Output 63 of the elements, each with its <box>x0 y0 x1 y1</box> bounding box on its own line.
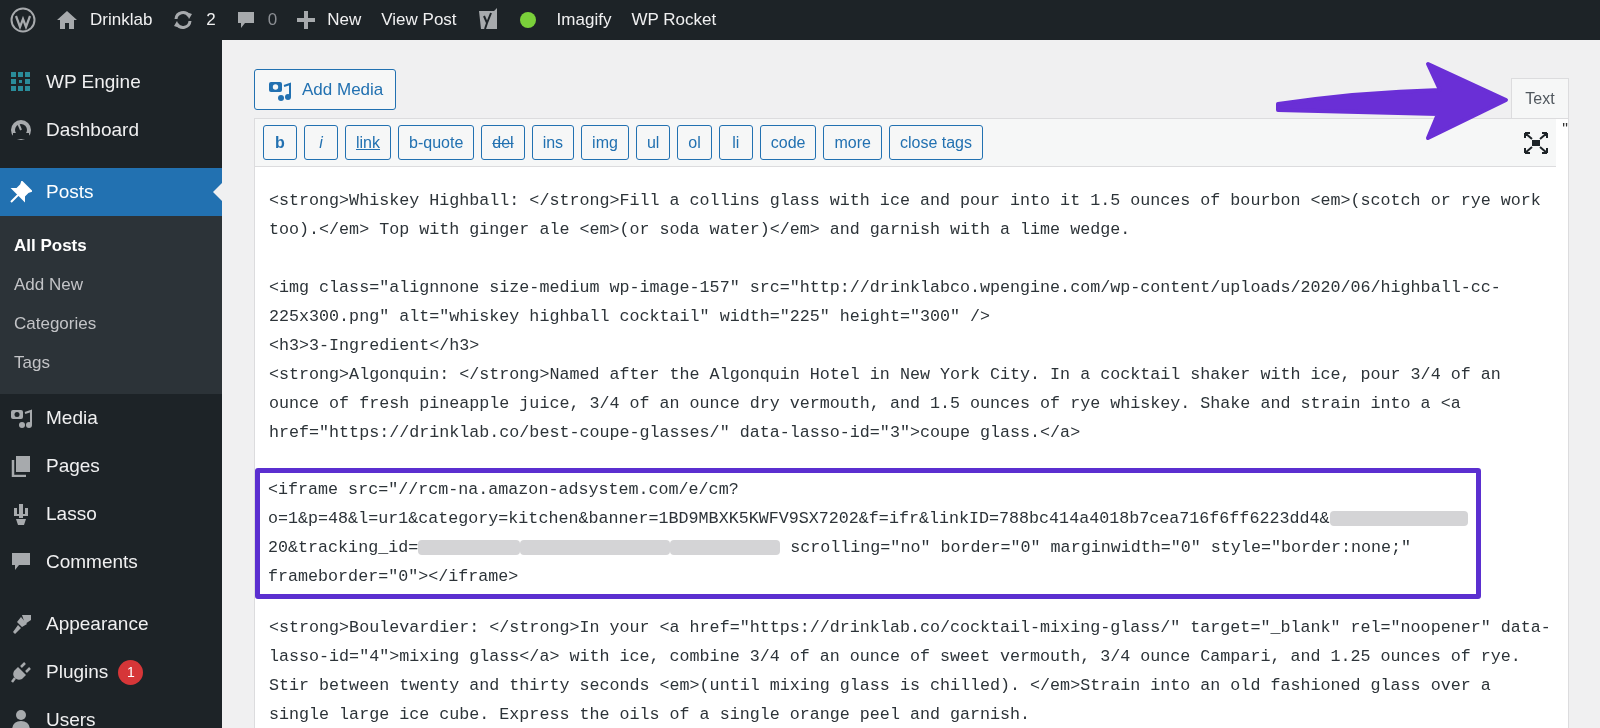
quicktag-button[interactable]: b <box>263 125 297 160</box>
home-icon <box>56 10 78 30</box>
wordpress-logo-icon <box>10 7 36 33</box>
editor-tab[interactable]: Text <box>1511 78 1569 118</box>
sidebar-item[interactable]: Media <box>0 394 222 442</box>
admin-bar-link[interactable]: Drinklab <box>90 10 153 30</box>
user-icon <box>10 709 32 728</box>
stray-character: " <box>1562 120 1568 139</box>
sidebar-item[interactable]: WP Engine <box>0 58 222 106</box>
sidebar-item[interactable]: Comments <box>0 538 222 586</box>
code-line: <strong>Boulevardier: </strong>In your <a href="https://drinklab.co/cocktail-mixing-glass/" target="_blank" rel="noopener" data-lasso-id="4">mixing glass</a> with ice, combine 3/4 of an ounce of sweet vermouth, 3/4 ounce Campari, and 1.25 ounces of rye. Stir between twenty and thirty seconds <em>(until mixing glass is chilled). </em>Strain into an old fashioned glass over a single large ice cube. Express the oils of a single orange peel and garnish. <box>269 617 1552 726</box>
submenu-item[interactable]: All Posts <box>0 226 222 265</box>
gauge-icon <box>10 119 32 141</box>
pages-icon <box>10 455 32 477</box>
quicktag-button[interactable]: del <box>481 125 525 160</box>
submenu-item[interactable]: Add New <box>0 265 222 304</box>
submenu-item[interactable]: Tags <box>0 343 222 382</box>
add-media-button[interactable]: Add Media <box>254 69 397 110</box>
sidebar-item[interactable]: Users <box>0 696 222 728</box>
status-dot-icon <box>518 11 537 29</box>
quicktag-button[interactable]: ol <box>677 125 712 160</box>
camera-music-icon <box>10 407 32 429</box>
sidebar-item[interactable]: Pages <box>0 442 222 490</box>
sidebar-item[interactable]: Dashboard <box>0 106 222 154</box>
code-text: <iframe src="//rcm-na.amazon-adsystem.com/e/cm? <box>268 480 739 499</box>
plug-icon <box>10 661 32 683</box>
admin-bar-link[interactable]: New <box>327 10 362 30</box>
comment-icon <box>235 10 256 30</box>
code-text: o=1&p=48&l=ur1&category=kitchen&banner=1BD9MBXK5KWFV9SX7202&f=ifr&linkID=788bc414a4018b7cea716f6ff6223dd4& <box>268 509 1330 528</box>
admin-bar-link[interactable]: Imagify <box>556 10 612 30</box>
count-badge: 1 <box>118 659 144 685</box>
admin-bar-link[interactable]: View Post <box>381 10 457 30</box>
quicktag-button[interactable]: more <box>823 125 882 160</box>
admin-bar-link[interactable]: 2 <box>206 10 216 30</box>
quicktag-button[interactable]: ins <box>531 125 575 160</box>
sidebar-item[interactable]: Posts <box>0 168 222 216</box>
submenu-item[interactable]: Categories <box>0 304 222 343</box>
code-text: scrolling="no" border="0" marginwidth="0" style="border:none;" <box>789 538 1412 557</box>
code-line: <strong>Whiskey Highball: </strong>Fill a collins glass with ice and pour into it 1.5 ounces of bourbon <em>(scotch or rye work too).</em> Top with ginger ale <em>(or soda water)</em> and garnish with a lime wedge. <box>269 190 1542 241</box>
sidebar-item[interactable]: Plugins 1 <box>0 648 222 696</box>
code-text: 20&tracking_id= <box>268 538 419 557</box>
code-line: <h3>3-Ingredient</h3> <box>269 335 481 357</box>
quicktag-button[interactable]: img <box>581 125 629 160</box>
current-item-pointer <box>213 183 222 201</box>
refresh-icon <box>172 10 195 30</box>
code-text: frameborder="0"></iframe> <box>268 567 519 586</box>
quicktag-button[interactable]: code <box>759 125 817 160</box>
plus-icon <box>297 11 316 29</box>
paintbrush-icon <box>10 613 32 635</box>
admin-bar-link[interactable]: WP Rocket <box>631 10 717 30</box>
quicktag-button[interactable]: close tags <box>888 125 983 160</box>
sidebar-item[interactable]: Appearance <box>0 600 222 648</box>
grid-icon <box>10 71 32 93</box>
code-line: <strong>Algonquin: </strong>Named after the Algonquin Hotel in New York City. In a cocktail shaker with ice, pour 3/4 of an ounce of fresh pineapple juice, 3/4 of an ounce dry vermouth, and 1.5 ounces of rye whiskey. Shake and strain into a <a href="https://drinklab.co/best-coupe-glasses/" data-lasso-id="3">coupe glass.</a> <box>269 364 1502 444</box>
quicktag-button[interactable]: ul <box>635 125 671 160</box>
sidebar-item[interactable]: Lasso <box>0 490 222 538</box>
quicktag-button[interactable]: i <box>304 125 338 160</box>
quicktag-button[interactable]: li <box>718 125 753 160</box>
quicktag-button[interactable]: b-quote <box>398 125 475 160</box>
fullscreen-icon[interactable] <box>1524 131 1549 154</box>
pushpin-icon <box>10 181 32 203</box>
quicktag-button[interactable]: link <box>345 125 391 160</box>
code-line: <img class="alignnone size-medium wp-image-157" src="http://drinklabco.wpengine.com/wp-content/uploads/2020/06/highball-cc-225x300.png" alt="whiskey highball cocktail" width="225" height="300" /> <box>269 277 1502 328</box>
